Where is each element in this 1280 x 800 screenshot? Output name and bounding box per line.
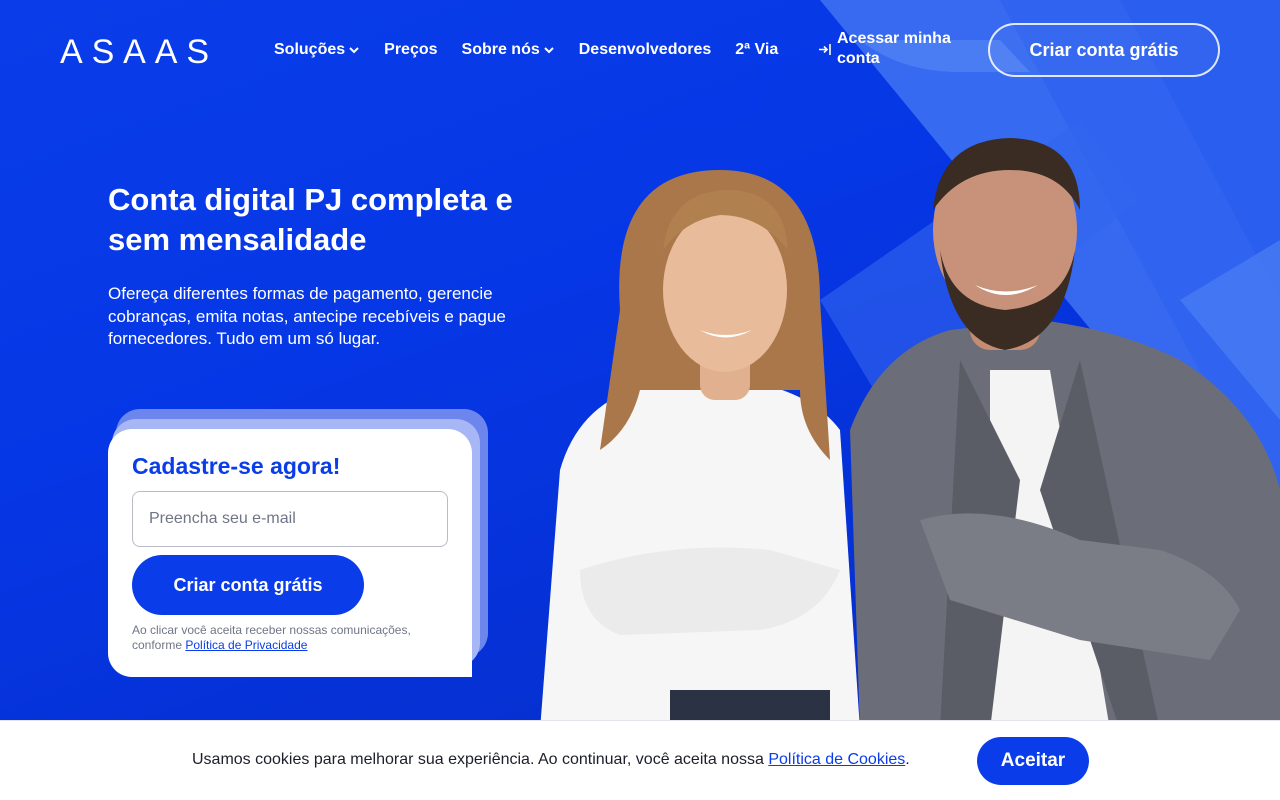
- accept-cookies-button[interactable]: Aceitar: [977, 737, 1089, 785]
- asaas-logo[interactable]: ASAAS: [60, 34, 212, 66]
- nav-item-precos[interactable]: Preços: [384, 41, 437, 59]
- nav-item-label: Preços: [384, 41, 438, 58]
- nav-item-solucoes[interactable]: Soluções: [274, 41, 360, 59]
- create-account-header-button[interactable]: Criar conta grátis: [988, 23, 1220, 77]
- nav-item-label: 2ª Via: [735, 41, 779, 58]
- email-input[interactable]: [132, 491, 448, 547]
- nav-item-desenvolvedores[interactable]: Desenvolvedores: [579, 41, 712, 59]
- signup-card: Cadastre-se agora! Criar conta grátis Ao…: [108, 429, 472, 677]
- create-account-button[interactable]: Criar conta grátis: [132, 555, 364, 615]
- svg-text:ASAAS: ASAAS: [60, 34, 210, 66]
- cookie-banner: Usamos cookies para melhorar sua experiê…: [0, 720, 1280, 800]
- consent-note: Ao clicar você aceita receber nossas com…: [132, 623, 452, 653]
- privacy-policy-link[interactable]: Política de Privacidade: [185, 638, 307, 652]
- cookie-text: Usamos cookies para melhorar sua experiê…: [192, 751, 769, 768]
- nav-item-label: Soluções: [274, 41, 346, 58]
- cookie-message: Usamos cookies para melhorar sua experiê…: [192, 751, 910, 769]
- hero-subtext: Ofereça diferentes formas de pagamento, …: [108, 284, 506, 348]
- nav-item-segunda-via[interactable]: 2ª Via: [735, 41, 778, 59]
- nav-item-sobre-nos[interactable]: Sobre nós: [462, 41, 555, 59]
- login-label: Acessar minha conta: [837, 30, 951, 67]
- cookie-suffix: .: [905, 751, 910, 768]
- hero-people-image: [540, 138, 1280, 720]
- hero-section: ASAAS Soluções Preços Sobre nós Desenvol…: [0, 0, 1280, 720]
- nav-item-label: Sobre nós: [461, 41, 540, 58]
- chevron-down-icon: [349, 47, 359, 54]
- hero-headline: Conta digital PJ completa e sem mensalid…: [108, 182, 513, 257]
- main-nav: Soluções Preços Sobre nós Desenvolvedore…: [274, 38, 802, 62]
- login-arrow-icon: [819, 44, 831, 55]
- login-link[interactable]: Acessar minha conta: [818, 29, 967, 69]
- chevron-down-icon: [544, 47, 554, 54]
- nav-item-label: Desenvolvedores: [578, 41, 712, 58]
- cookie-policy-link[interactable]: Política de Cookies: [768, 751, 905, 768]
- signup-title: Cadastre-se agora!: [132, 453, 341, 479]
